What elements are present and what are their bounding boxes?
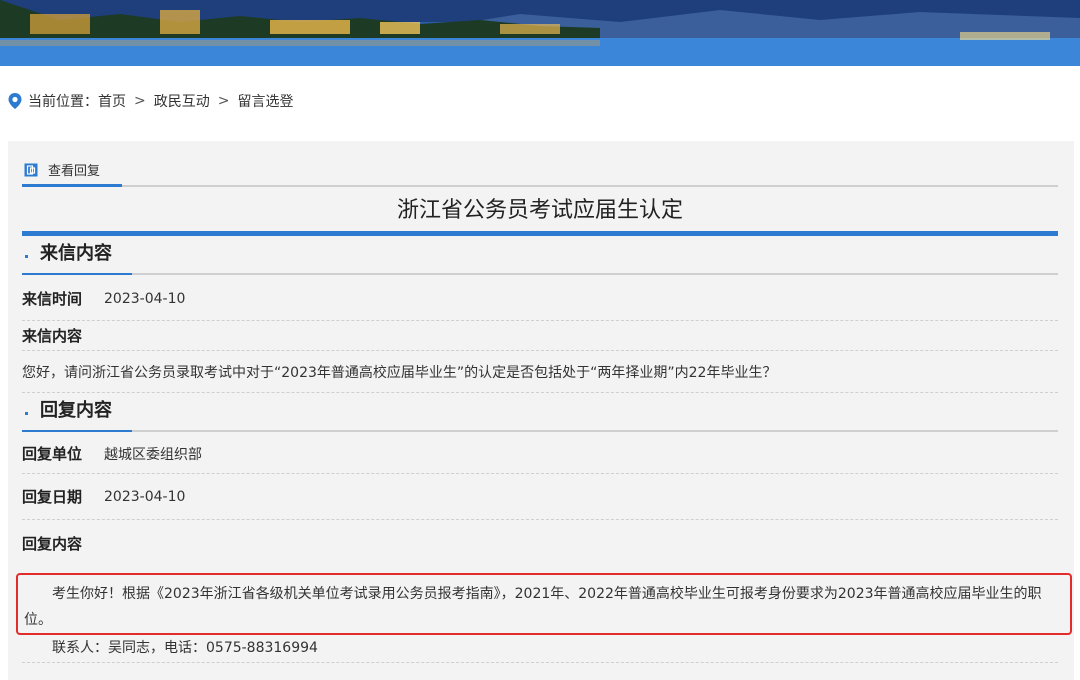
document-icon [24,163,38,176]
section-underline [22,273,132,275]
section-underline [22,430,132,432]
field-label: 来信时间 [22,290,83,308]
breadcrumb-interaction-link[interactable]: 政民互动 [154,91,210,111]
letter-content-label-row: 来信内容 [22,321,1058,351]
bullet-icon [25,255,28,258]
breadcrumb-prefix: 当前位置： [28,94,98,110]
tab-view-reply[interactable]: 查看回复 [22,155,122,187]
field-label: 回复日期 [22,488,83,506]
reply-unit-row: 回复单位 越城区委组织部 [22,434,1058,474]
section-heading-text: 来信内容 [40,243,112,264]
page-title: 浙江省公务员考试应届生认定 [396,198,683,223]
section-heading-text: 回复内容 [40,400,112,421]
lake-scenery-image [0,0,1080,66]
title-divider [22,231,1058,236]
letter-content-row: 您好，请问浙江省公务员录取考试中对于“2023年普通高校应届毕业生”的认定是否包… [22,351,1058,393]
breadcrumb-separator: > [217,93,230,109]
reply-date-value: 2023-04-10 [104,488,186,505]
tab-label: 查看回复 [48,164,101,179]
breadcrumb-separator: > [134,93,146,109]
field-label: 回复单位 [22,445,83,463]
reply-content-highlight: 考生你好！根据《2023年浙江省各级机关单位考试录用公务员报考指南》，2021年… [16,573,1072,635]
reply-contact-info: 联系人：吴同志，电话：0575-88316994 [22,637,1058,663]
section-heading-letter: 来信内容 [22,239,1058,275]
reply-content-label-row: 回复内容 [22,520,1058,566]
header-banner [0,0,1080,66]
location-pin-icon [8,93,22,109]
reply-unit-value: 越城区委组织部 [104,446,203,463]
breadcrumb-messages-link[interactable]: 留言选登 [237,91,293,111]
letter-time-value: 2023-04-10 [104,290,186,307]
breadcrumb-home-link[interactable]: 首页 [98,91,126,111]
reply-date-row: 回复日期 2023-04-10 [22,474,1058,520]
tab-bar: 查看回复 [22,155,1058,187]
letter-content-text: 您好，请问浙江省公务员录取考试中对于“2023年普通高校应届毕业生”的认定是否包… [22,364,777,381]
letter-time-row: 来信时间 2023-04-10 [22,277,1058,321]
bullet-icon [25,412,28,415]
reply-content-text: 考生你好！根据《2023年浙江省各级机关单位考试录用公务员报考指南》，2021年… [24,586,1042,628]
field-label: 来信内容 [22,327,83,345]
breadcrumb: 当前位置： 首页 > 政民互动 > 留言选登 [8,90,293,112]
field-label: 回复内容 [22,534,83,553]
section-heading-reply: 回复内容 [22,396,1058,432]
reply-panel: 查看回复 浙江省公务员考试应届生认定 来信内容 来信时间 2023-04-10 … [8,141,1074,680]
